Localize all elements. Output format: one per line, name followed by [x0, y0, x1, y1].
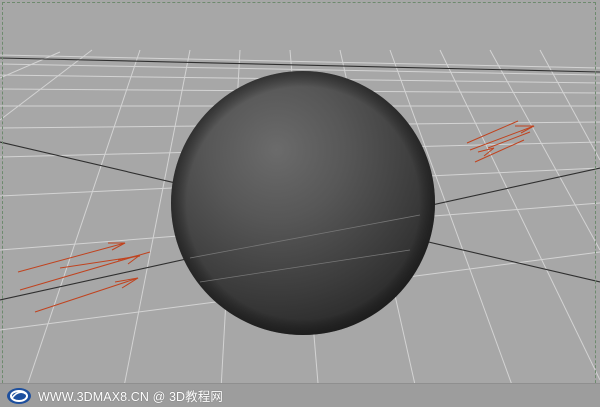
watermark-text: WWW.3DMAX8.CN @ 3D教程网: [38, 390, 223, 404]
scene-canvas[interactable]: [0, 0, 600, 407]
perspective-viewport[interactable]: WWW.3DMAX8.CN @ 3D教程网: [0, 0, 600, 407]
directional-arrows-left[interactable]: [17, 242, 151, 313]
3dmax8-logo-icon: [6, 387, 32, 405]
watermark-bar: WWW.3DMAX8.CN @ 3D教程网: [0, 383, 600, 407]
sphere-object[interactable]: [171, 71, 435, 335]
